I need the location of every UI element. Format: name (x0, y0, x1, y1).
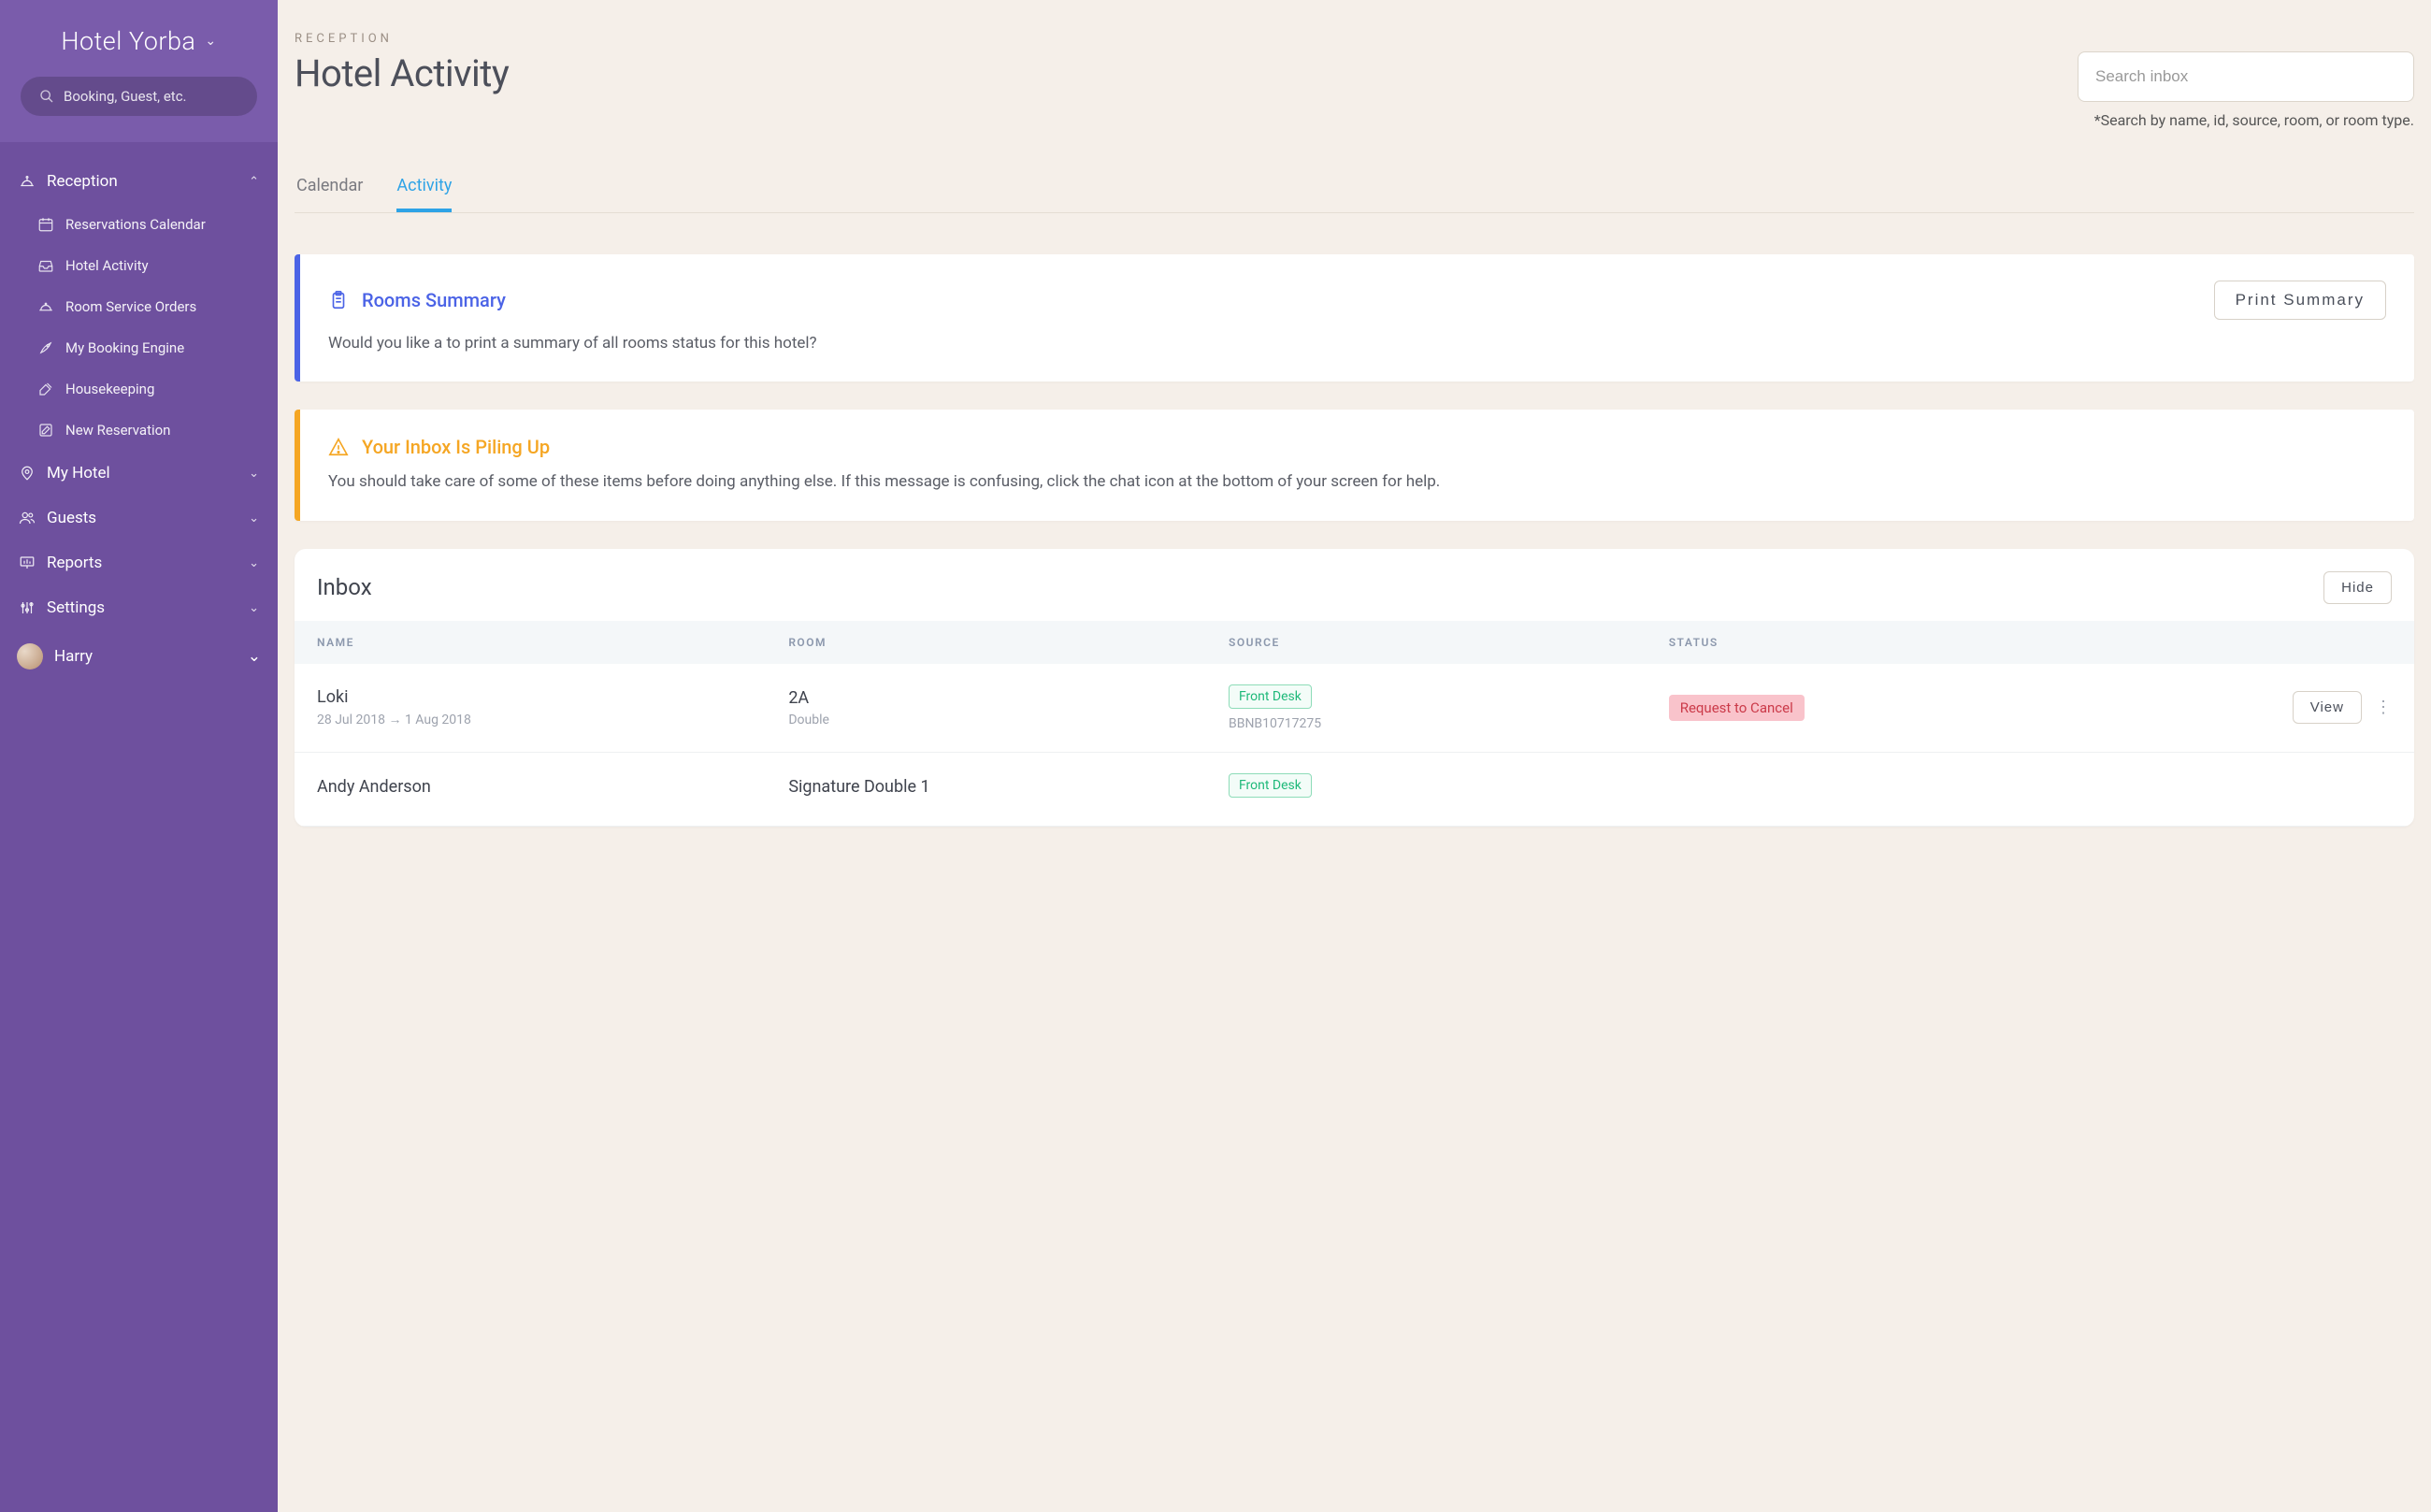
inbox-alert-card: Your Inbox Is Piling Up You should take … (295, 410, 2414, 520)
inbox-table-head: NAME ROOM SOURCE STATUS (295, 621, 2414, 664)
col-name: NAME (317, 636, 788, 649)
warning-icon (328, 437, 349, 457)
status-badge: Request to Cancel (1669, 695, 1805, 721)
room-type: Double (788, 713, 1229, 727)
hotel-selector[interactable]: Hotel Yorba ⌄ (21, 26, 257, 56)
nav-label: Reports (47, 554, 102, 572)
nav-sub-label: Room Service Orders (65, 298, 196, 315)
main-content: RECEPTION Hotel Activity *Search by name… (278, 0, 2431, 1512)
edit-icon (37, 422, 54, 439)
nav-sub-label: Housekeeping (65, 381, 154, 397)
card-title: Your Inbox Is Piling Up (362, 436, 550, 458)
search-column: *Search by name, id, source, room, or ro… (2078, 51, 2414, 129)
sidebar-header: Hotel Yorba ⌄ Booking, Guest, etc. (0, 0, 278, 142)
room-number: Signature Double 1 (788, 777, 1229, 797)
hotel-name: Hotel Yorba (61, 26, 195, 56)
tabs: Calendar Activity (295, 176, 2414, 213)
nav-sub-label: My Booking Engine (65, 339, 184, 356)
inbox-row[interactable]: Loki 28 Jul 2018 → 1 Aug 2018 2A Double … (295, 664, 2414, 753)
clipboard-icon (328, 290, 349, 310)
sidebar: Hotel Yorba ⌄ Booking, Guest, etc. Recep… (0, 0, 278, 1512)
sidebar-search-placeholder: Booking, Guest, etc. (64, 88, 187, 105)
source-tag: Front Desk (1229, 773, 1312, 798)
rocket-icon (37, 339, 54, 356)
chevron-down-icon: ⌄ (249, 511, 259, 526)
nav-sub-label: Reservations Calendar (65, 216, 206, 233)
nav-item-reception[interactable]: Reception ⌃ (0, 159, 278, 204)
tab-activity[interactable]: Activity (396, 176, 452, 212)
stay-dates: 28 Jul 2018 → 1 Aug 2018 (317, 712, 788, 727)
sliders-icon (19, 599, 36, 616)
nav-sub-booking-engine[interactable]: My Booking Engine (19, 327, 278, 368)
nav-sub-new-reservation[interactable]: New Reservation (19, 410, 278, 451)
search-icon (39, 89, 54, 104)
nav-label: My Hotel (47, 464, 110, 482)
inbox-title: Inbox (317, 574, 372, 600)
nav-sub-reception: Reservations Calendar Hotel Activity Roo… (0, 204, 278, 451)
nav-label: Settings (47, 598, 105, 617)
card-title: Rooms Summary (362, 289, 506, 311)
nav-item-guests[interactable]: Guests ⌄ (0, 496, 278, 540)
rooms-summary-card: Rooms Summary Print Summary Would you li… (295, 254, 2414, 382)
nav-item-settings[interactable]: Settings ⌄ (0, 585, 278, 630)
hide-button[interactable]: Hide (2323, 571, 2392, 604)
guest-name: Andy Anderson (317, 777, 788, 797)
room-number: 2A (788, 688, 1229, 708)
chevron-down-icon: ⌄ (205, 34, 216, 49)
page-header: Hotel Activity *Search by name, id, sour… (295, 51, 2414, 129)
breadcrumb: RECEPTION (295, 32, 2414, 46)
source-id: BBNB10717275 (1229, 716, 1669, 731)
col-source: SOURCE (1229, 636, 1669, 649)
tab-calendar[interactable]: Calendar (296, 176, 363, 212)
broom-icon (37, 381, 54, 397)
user-name: Harry (54, 647, 93, 666)
chevron-down-icon: ⌄ (248, 647, 261, 666)
inbox-icon (37, 257, 54, 274)
inbox-panel: Inbox Hide NAME ROOM SOURCE STATUS Loki … (295, 549, 2414, 827)
calendar-icon (37, 216, 54, 233)
guest-name: Loki (317, 687, 788, 707)
page-title: Hotel Activity (295, 51, 509, 95)
avatar (17, 643, 43, 670)
col-status: STATUS (1669, 636, 2109, 649)
kebab-icon[interactable]: ⋮ (2375, 699, 2392, 716)
nav-sub-hotel-activity[interactable]: Hotel Activity (19, 245, 278, 286)
nav: Reception ⌃ Reservations Calendar Hotel … (0, 142, 278, 692)
sidebar-search[interactable]: Booking, Guest, etc. (21, 77, 257, 116)
inbox-row[interactable]: Andy Anderson Signature Double 1 Front D… (295, 753, 2414, 827)
users-icon (19, 510, 36, 526)
col-room: ROOM (788, 636, 1229, 649)
chevron-down-icon: ⌄ (249, 556, 259, 570)
bell-icon (19, 173, 36, 190)
nav-sub-room-service[interactable]: Room Service Orders (19, 286, 278, 327)
card-body: Would you like a to print a summary of a… (328, 331, 2386, 355)
chevron-up-icon: ⌃ (249, 175, 259, 189)
nav-sub-housekeeping[interactable]: Housekeeping (19, 368, 278, 410)
chevron-down-icon: ⌄ (249, 601, 259, 615)
print-summary-button[interactable]: Print Summary (2214, 281, 2386, 320)
inbox-search-input[interactable] (2078, 51, 2414, 102)
nav-sub-label: Hotel Activity (65, 257, 149, 274)
nav-label: Reception (47, 172, 118, 191)
card-body: You should take care of some of these it… (328, 469, 2386, 494)
user-menu[interactable]: Harry ⌄ (0, 630, 278, 683)
nav-label: Guests (47, 509, 96, 527)
nav-item-reports[interactable]: Reports ⌄ (0, 540, 278, 585)
search-hint: *Search by name, id, source, room, or ro… (2078, 111, 2414, 129)
nav-item-my-hotel[interactable]: My Hotel ⌄ (0, 451, 278, 496)
nav-sub-reservations-calendar[interactable]: Reservations Calendar (19, 204, 278, 245)
tray-icon (37, 298, 54, 315)
nav-sub-label: New Reservation (65, 422, 170, 439)
chevron-down-icon: ⌄ (249, 467, 259, 481)
source-tag: Front Desk (1229, 684, 1312, 709)
presentation-icon (19, 554, 36, 571)
view-button[interactable]: View (2293, 691, 2362, 724)
pin-icon (19, 465, 36, 482)
